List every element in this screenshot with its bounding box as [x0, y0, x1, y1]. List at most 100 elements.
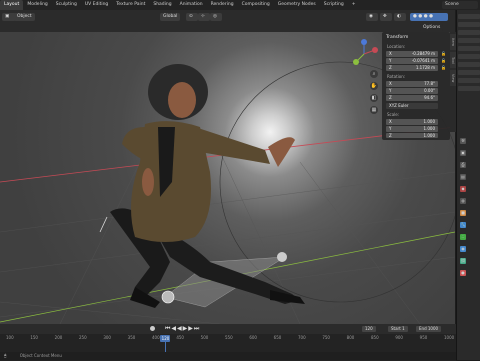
end-frame-field[interactable]: End 1000 [416, 326, 442, 332]
outliner-row[interactable] [458, 46, 480, 51]
camera-view-icon[interactable]: ◧ [370, 94, 378, 102]
location-y-field[interactable]: Y -0.07641 m [386, 58, 438, 64]
gizmo-y-icon [353, 59, 359, 65]
rotation-x-field[interactable]: X 77.8° [386, 81, 438, 87]
frame-tick-label: 100 [6, 335, 14, 340]
frame-tick-label: 700 [298, 335, 306, 340]
scene-icon[interactable]: ◆ [460, 186, 466, 192]
material-icon[interactable]: ● [460, 270, 466, 276]
tab-geometry-nodes[interactable]: Geometry Nodes [274, 0, 320, 10]
floor-grid [0, 141, 455, 324]
navigation-gizmo[interactable] [353, 39, 378, 65]
view-layer-icon[interactable]: ▤ [460, 174, 466, 180]
outliner-row[interactable] [458, 86, 480, 91]
tab-texture-paint[interactable]: Texture Paint [112, 0, 149, 10]
object-menu[interactable]: Object [14, 13, 35, 21]
location-z-field[interactable]: Z 1.1728 m [386, 65, 438, 71]
frame-tick-label: 250 [79, 335, 87, 340]
transform-panel: Transform Location: X -0.28479 m Y -0.0764… [382, 32, 450, 140]
mouse-icon: 🖱 [4, 353, 7, 358]
outliner-row[interactable] [458, 62, 480, 67]
scale-z-field[interactable]: Z 1.000 [386, 133, 438, 138]
frame-tick-label: 650 [273, 335, 282, 340]
add-workspace-button[interactable]: + [348, 0, 360, 10]
proportional-icon[interactable]: ◎ [210, 13, 222, 21]
scene-selector[interactable]: Scene [442, 1, 478, 9]
panel-title[interactable]: Transform [386, 35, 408, 40]
options-dropdown[interactable]: Options [420, 24, 444, 31]
bone-handle-left[interactable] [99, 216, 108, 233]
frame-tick-label: 750 [322, 335, 330, 340]
tab-modeling[interactable]: Modeling [23, 0, 51, 10]
gizmo-z-icon [361, 39, 367, 45]
scale-x-field[interactable]: X 1.000 [386, 119, 438, 125]
gizmo-icon[interactable]: ✥ [380, 13, 392, 21]
outliner-row[interactable] [458, 78, 480, 83]
transform-orientation-dropdown[interactable]: Global [160, 13, 181, 21]
start-frame-field[interactable]: Start 1 [388, 326, 408, 332]
frame-tick-label: 600 [249, 335, 257, 340]
lock-icon[interactable]: 🔓 [441, 58, 446, 63]
outliner-row[interactable] [458, 54, 480, 59]
object-icon[interactable]: ■ [460, 210, 466, 216]
properties-editor: ⚒ ▣ ⎙ ▤ ◆ ◍ ■ 🔧 ∴ ◉ ⛓ ● [456, 10, 480, 360]
tab-layout[interactable]: Layout [0, 0, 24, 10]
tab-scripting[interactable]: Scripting [320, 0, 348, 10]
frame-tick-label: 950 [419, 335, 428, 340]
character-face [168, 82, 196, 118]
constraints-icon[interactable]: ⛓ [460, 258, 466, 264]
frame-tick-label: 550 [225, 335, 233, 340]
scale-label: Scale: [387, 112, 400, 117]
modifier-icon[interactable]: 🔧 [460, 222, 466, 228]
pan-icon[interactable]: ✋ [370, 82, 378, 90]
rotation-y-field[interactable]: Y 0.00° [386, 88, 438, 94]
tab-compositing[interactable]: Compositing [238, 0, 274, 10]
tab-uv-editing[interactable]: UV Editing [81, 0, 112, 10]
gizmo-x-icon [372, 47, 378, 53]
record-icon[interactable] [150, 326, 155, 331]
rotation-z-field[interactable]: Z 94.6° [386, 95, 438, 101]
status-bar: 🖱 Object Context Menu [0, 352, 456, 360]
pivot-icon[interactable]: ⊙ [186, 13, 198, 21]
tab-rendering[interactable]: Rendering [207, 0, 238, 10]
overlay-icon[interactable]: ◐ [394, 13, 406, 21]
frame-tick-label: 350 [127, 335, 136, 340]
outliner-row[interactable] [458, 14, 480, 19]
frame-ruler[interactable]: 100 150 200 250 300 350 400 450 500 550 600 650 700 7… [0, 335, 456, 343]
world-icon[interactable]: ◍ [460, 198, 466, 204]
current-frame-field[interactable]: 120 [362, 326, 376, 332]
playback-buttons[interactable]: ⏮◀◀▶▶⏭ [165, 325, 200, 333]
outliner-row[interactable] [458, 22, 480, 27]
workspace-bar: Layout Modeling Sculpting UV Editing Tex… [0, 0, 480, 10]
light-origin[interactable] [161, 290, 175, 304]
scale-y-field[interactable]: Y 1.000 [386, 126, 438, 132]
frame-tick-label: 900 [395, 335, 403, 340]
outliner-row[interactable] [458, 30, 480, 35]
output-icon[interactable]: ⎙ [460, 162, 466, 168]
grid-view-icon[interactable]: ▦ [370, 106, 378, 114]
tab-animation[interactable]: Animation [176, 0, 207, 10]
character-hand-right [268, 137, 295, 167]
viewport-subheader: Options [0, 24, 455, 32]
lock-icon[interactable]: 🔓 [441, 51, 446, 56]
outliner-row[interactable] [458, 70, 480, 75]
render-icon[interactable]: ▣ [460, 150, 466, 156]
physics-icon[interactable]: ◉ [460, 246, 466, 252]
character-arm-left [122, 127, 150, 162]
visibility-icon[interactable]: ◉ [366, 13, 378, 21]
playhead[interactable]: 120 [160, 335, 171, 342]
tab-shading[interactable]: Shading [149, 0, 175, 10]
zoom-icon[interactable]: ⌕ [370, 70, 378, 78]
tool-icon[interactable]: ⚒ [460, 138, 466, 144]
rotation-mode-dropdown[interactable]: XYZ Euler [386, 103, 438, 109]
playhead-line [165, 342, 167, 352]
shading-mode-buttons[interactable]: ● ● ● ● [410, 13, 448, 21]
frame-tick-label: 400 [152, 335, 160, 340]
lock-icon[interactable]: 🔓 [441, 65, 446, 70]
light-handle[interactable] [277, 252, 287, 262]
snap-icon[interactable]: ⊹ [198, 13, 210, 21]
particles-icon[interactable]: ∴ [460, 234, 466, 240]
outliner-row[interactable] [458, 38, 480, 43]
tab-sculpting[interactable]: Sculpting [52, 0, 81, 10]
location-x-field[interactable]: X -0.28479 m [386, 51, 438, 57]
